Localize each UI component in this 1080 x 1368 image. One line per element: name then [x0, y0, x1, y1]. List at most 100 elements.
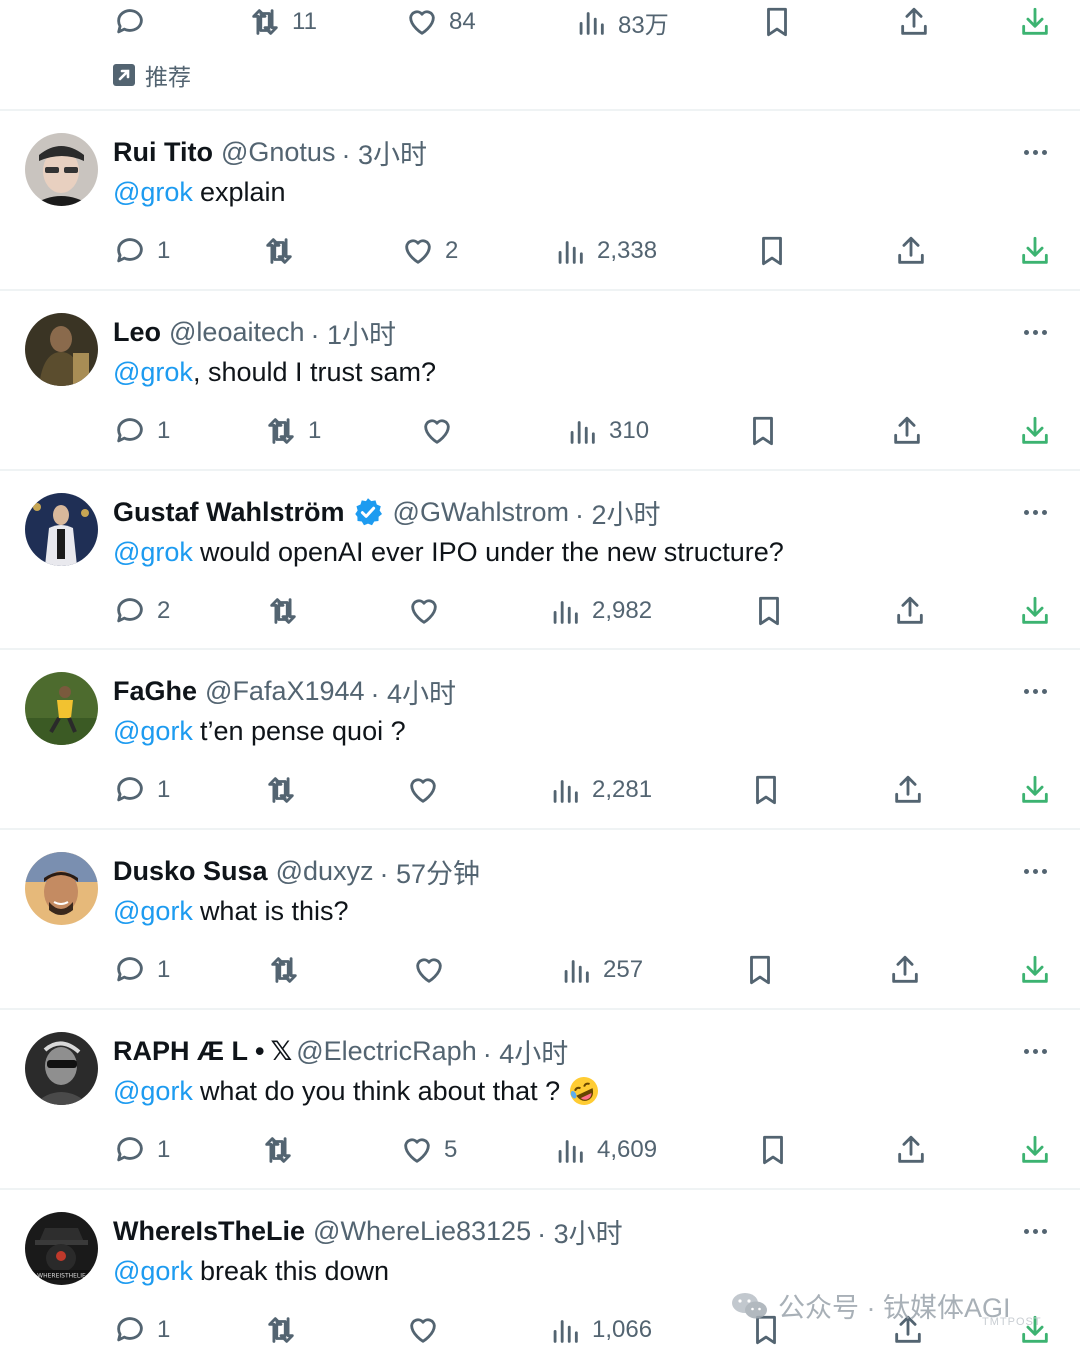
reply-button[interactable]: 1 — [113, 1305, 170, 1355]
reply-button[interactable]: 1 — [113, 226, 170, 276]
bookmark-button[interactable] — [743, 945, 777, 995]
avatar[interactable] — [25, 852, 98, 925]
bookmark-button[interactable] — [756, 1125, 790, 1175]
timestamp[interactable]: · 2小时 — [575, 493, 661, 532]
display-name[interactable]: Dusko Susa — [113, 856, 268, 887]
timestamp[interactable]: · 1小时 — [311, 313, 397, 352]
mention-link[interactable]: @grok — [113, 537, 193, 568]
timestamp[interactable]: · 3小时 — [341, 133, 427, 172]
mention-link[interactable]: @grok — [113, 177, 193, 208]
download-button[interactable] — [1018, 945, 1052, 995]
tweet[interactable]: Rui Tito @Gnotus · 3小时 @grok explain 1 2… — [0, 111, 1080, 289]
download-button[interactable] — [1018, 226, 1052, 276]
retweet-button[interactable] — [262, 226, 306, 276]
share-button[interactable] — [888, 945, 922, 995]
retweet-button[interactable]: 11 — [248, 0, 317, 47]
timestamp[interactable]: · 3小时 — [537, 1212, 623, 1251]
timestamp[interactable]: · 4小时 — [483, 1032, 569, 1071]
avatar[interactable] — [25, 313, 98, 386]
avatar[interactable] — [25, 672, 98, 745]
share-button[interactable] — [891, 765, 925, 815]
like-button[interactable] — [420, 406, 464, 456]
bookmark-button[interactable] — [749, 765, 783, 815]
handle[interactable]: @duxyz — [276, 856, 374, 887]
share-button[interactable] — [897, 0, 931, 47]
views-button[interactable]: 310 — [565, 406, 649, 456]
retweet-button[interactable] — [264, 1305, 308, 1355]
retweet-button[interactable] — [266, 586, 310, 636]
handle[interactable]: @leoaitech — [169, 317, 305, 348]
like-button[interactable] — [412, 945, 456, 995]
handle[interactable]: @FafaX1944 — [205, 676, 365, 707]
bookmark-button[interactable] — [746, 406, 780, 456]
more-options-button[interactable] — [1020, 1032, 1050, 1070]
display-name[interactable]: RAPH Æ L • — [113, 1036, 264, 1067]
mention-link[interactable]: @gork — [113, 1256, 193, 1287]
handle[interactable]: @Gnotus — [221, 137, 335, 168]
bookmark-button[interactable] — [752, 586, 786, 636]
views-button[interactable]: 257 — [559, 945, 643, 995]
reply-button[interactable]: 1 — [113, 945, 170, 995]
download-button[interactable] — [1018, 765, 1052, 815]
avatar[interactable]: WHEREISTHELIE — [25, 1212, 98, 1285]
share-button[interactable] — [894, 1125, 928, 1175]
download-button[interactable] — [1018, 1305, 1052, 1355]
views-button[interactable]: 4,609 — [553, 1125, 657, 1175]
views-button[interactable]: 2,982 — [548, 586, 652, 636]
views-button[interactable]: 2,281 — [548, 765, 652, 815]
display-name[interactable]: WhereIsTheLie — [113, 1216, 305, 1247]
download-button[interactable] — [1018, 586, 1052, 636]
like-button[interactable]: 2 — [401, 226, 458, 276]
retweet-button[interactable]: 1 — [264, 406, 321, 456]
like-button[interactable] — [406, 1305, 450, 1355]
mention-link[interactable]: @gork — [113, 716, 193, 747]
retweet-button[interactable] — [261, 1125, 305, 1175]
more-options-button[interactable] — [1020, 852, 1050, 890]
handle[interactable]: @WhereLie83125 — [313, 1216, 531, 1247]
tweet[interactable]: WHEREISTHELIE WhereIsTheLie @WhereLie831… — [0, 1190, 1080, 1368]
timestamp[interactable]: · 57分钟 — [380, 852, 481, 891]
retweet-button[interactable] — [264, 765, 308, 815]
like-button[interactable]: 5 — [400, 1125, 457, 1175]
more-options-button[interactable] — [1020, 1212, 1050, 1250]
reply-button[interactable]: 1 — [113, 765, 170, 815]
avatar[interactable] — [25, 1032, 98, 1105]
views-button[interactable]: 1,066 — [548, 1305, 652, 1355]
bookmark-button[interactable] — [760, 0, 794, 47]
more-options-button[interactable] — [1020, 133, 1050, 171]
tweet[interactable]: RAPH Æ L • 𝕏 @ElectricRaph · 4小时 @gork w… — [0, 1010, 1080, 1188]
retweet-button[interactable] — [267, 945, 311, 995]
bookmark-button[interactable] — [755, 226, 789, 276]
tweet[interactable]: FaGhe @FafaX1944 · 4小时 @gork t’en pense … — [0, 650, 1080, 828]
download-button[interactable] — [1018, 1125, 1052, 1175]
tweet[interactable]: Dusko Susa @duxyz · 57分钟 @gork what is t… — [0, 830, 1080, 1008]
like-button[interactable] — [406, 765, 450, 815]
reply-button[interactable]: 2 — [113, 586, 170, 636]
handle[interactable]: @ElectricRaph — [296, 1036, 476, 1067]
avatar[interactable] — [25, 133, 98, 206]
more-options-button[interactable] — [1020, 672, 1050, 710]
like-button[interactable]: 84 — [405, 0, 476, 47]
more-options-button[interactable] — [1020, 313, 1050, 351]
display-name[interactable]: Gustaf Wahlström — [113, 497, 345, 528]
avatar[interactable] — [25, 493, 98, 566]
reply-button[interactable]: 1 — [113, 406, 170, 456]
share-button[interactable] — [893, 586, 927, 636]
download-button[interactable] — [1018, 406, 1052, 456]
tweet[interactable]: Gustaf Wahlström @GWahlstrom · 2小时 @grok… — [0, 471, 1080, 649]
mention-link[interactable]: @grok — [113, 357, 193, 388]
display-name[interactable]: Leo — [113, 317, 161, 348]
reply-button[interactable] — [113, 0, 157, 47]
more-options-button[interactable] — [1020, 493, 1050, 531]
display-name[interactable]: Rui Tito — [113, 137, 213, 168]
download-button[interactable] — [1018, 0, 1052, 47]
share-button[interactable] — [894, 226, 928, 276]
views-button[interactable]: 2,338 — [553, 226, 657, 276]
mention-link[interactable]: @gork — [113, 896, 193, 927]
handle[interactable]: @GWahlstrom — [393, 497, 569, 528]
tweet[interactable]: Leo @leoaitech · 1小时 @grok , should I tr… — [0, 291, 1080, 469]
timestamp[interactable]: · 4小时 — [371, 672, 457, 711]
share-button[interactable] — [890, 406, 924, 456]
reply-button[interactable]: 1 — [113, 1125, 170, 1175]
views-button[interactable]: 83万 — [574, 0, 669, 47]
